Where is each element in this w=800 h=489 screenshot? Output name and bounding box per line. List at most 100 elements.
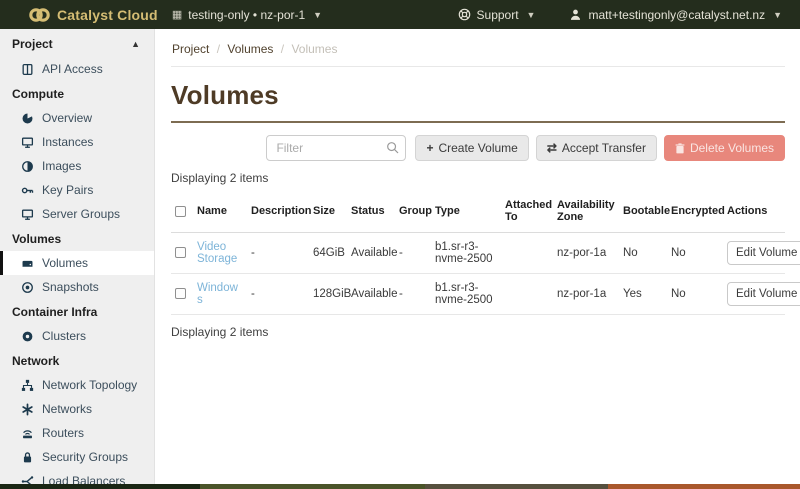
- sidebar-item-label: Instances: [42, 135, 94, 149]
- sidebar-item-clusters[interactable]: Clusters: [0, 324, 154, 348]
- project-region-picker[interactable]: ▦ testing-only • nz-por-1 ▼: [172, 8, 322, 22]
- volume-group-cell: -: [395, 232, 431, 274]
- project-region-label: testing-only • nz-por-1: [188, 7, 306, 22]
- sidebar-panel-project[interactable]: Project ▲: [0, 29, 154, 57]
- volume-description-cell: -: [247, 232, 309, 274]
- support-label: Support: [476, 7, 519, 22]
- volume-az-cell: nz-por-1a: [553, 273, 619, 315]
- table-row: Windows - 128GiB Available - b1.sr-r3-nv…: [171, 273, 800, 315]
- sidebar-item-label: Volumes: [42, 256, 89, 270]
- delete-volumes-label: Delete Volumes: [689, 141, 774, 155]
- volume-attached-cell: [501, 232, 553, 274]
- page-title: Volumes: [171, 80, 279, 110]
- header-actions: Actions: [723, 195, 785, 233]
- sidebar-item-label: Routers: [42, 426, 85, 440]
- sidebar-item-network-topology[interactable]: Network Topology: [0, 373, 154, 397]
- sidebar-section-container-infra[interactable]: Container Infra: [0, 299, 154, 324]
- sidebar-item-label: Network Topology: [42, 378, 138, 392]
- sidebar-item-images[interactable]: Images: [0, 154, 154, 178]
- accept-transfer-button[interactable]: ⇄ Accept Transfer: [535, 135, 657, 161]
- sidebar-item-label: Clusters: [42, 329, 87, 343]
- header-availability-zone: Availability Zone: [553, 195, 619, 233]
- sidebar-item-routers[interactable]: Routers: [0, 421, 154, 445]
- sidebar-item-server-groups[interactable]: Server Groups: [0, 202, 154, 226]
- header-status: Status: [347, 195, 395, 233]
- footer-brand-stripe: [0, 484, 800, 489]
- create-volume-label: Create Volume: [438, 141, 518, 155]
- pie-chart-icon: [21, 112, 34, 125]
- volume-bootable-cell: No: [619, 232, 667, 274]
- snapshot-icon: [21, 281, 34, 294]
- sidebar-section-compute[interactable]: Compute: [0, 81, 154, 106]
- volume-description-cell: -: [247, 273, 309, 315]
- table-row: Video Storage - 64GiB Available - b1.sr-…: [171, 232, 800, 274]
- transfer-arrows-icon: ⇄: [546, 141, 557, 155]
- sidebar-item-snapshots[interactable]: Snapshots: [0, 275, 154, 299]
- sidebar-section-network[interactable]: Network: [0, 348, 154, 373]
- sidebar-item-label: Networks: [42, 402, 93, 416]
- volumes-table: Name Description Size Status Group Type …: [171, 195, 800, 315]
- edit-volume-button[interactable]: Edit Volume: [727, 282, 800, 306]
- sidebar-item-label: Security Groups: [42, 450, 129, 464]
- volume-type-cell: b1.sr-r3-nvme-2500: [431, 273, 501, 315]
- table-toolbar: + Create Volume ⇄ Accept Transfer Delete…: [171, 135, 785, 161]
- desktop-icon: [21, 208, 34, 221]
- search-icon[interactable]: [386, 141, 400, 155]
- header-name: Name: [193, 195, 247, 233]
- volume-encrypted-cell: No: [667, 232, 723, 274]
- volume-name-link[interactable]: Video Storage: [197, 241, 237, 265]
- header-bootable: Bootable: [619, 195, 670, 233]
- main-content: Project / Volumes / Volumes Volumes + Cr…: [156, 29, 800, 484]
- create-volume-button[interactable]: + Create Volume: [415, 135, 529, 161]
- top-navbar: Catalyst Cloud ▦ testing-only • nz-por-1…: [0, 0, 800, 29]
- user-icon: [569, 8, 582, 21]
- sidebar-item-key-pairs[interactable]: Key Pairs: [0, 178, 154, 202]
- header-encrypted: Encrypted: [667, 195, 725, 233]
- edit-volume-button[interactable]: Edit Volume: [727, 241, 800, 265]
- delete-volumes-button[interactable]: Delete Volumes: [663, 135, 785, 161]
- sidebar-item-api-access[interactable]: API Access: [0, 57, 154, 81]
- sidebar-item-instances[interactable]: Instances: [0, 130, 154, 154]
- load-balancer-icon: [21, 475, 34, 484]
- chevron-down-icon: ▼: [773, 9, 782, 20]
- volume-actions-cell: Edit Volume ▼: [723, 232, 800, 274]
- volume-status-cell: Available: [347, 273, 397, 315]
- volume-az-cell: nz-por-1a: [553, 232, 619, 274]
- row-checkbox[interactable]: [175, 247, 186, 259]
- volume-attached-cell: [501, 273, 553, 315]
- footer-stripe-segment: [0, 484, 200, 489]
- sidebar-item-label: Overview: [42, 111, 93, 125]
- sidebar: Project ▲ API Access Compute Overview In…: [0, 29, 155, 484]
- sidebar-item-security-groups[interactable]: Security Groups: [0, 445, 154, 469]
- volume-name-cell: Windows: [193, 273, 247, 315]
- sidebar-item-overview[interactable]: Overview: [0, 106, 154, 130]
- sidebar-item-label: Load Balancers: [42, 474, 126, 484]
- sidebar-item-networks[interactable]: Networks: [0, 397, 154, 421]
- sidebar-item-label: API Access: [42, 62, 103, 76]
- brand-home-link[interactable]: Catalyst Cloud: [0, 7, 172, 23]
- catalyst-cloud-logo-icon: [28, 7, 50, 23]
- sidebar-panel-label: Project: [12, 37, 53, 51]
- select-all-checkbox[interactable]: [175, 205, 186, 217]
- bullseye-icon: [21, 330, 34, 343]
- sidebar-item-load-balancers[interactable]: Load Balancers: [0, 469, 154, 484]
- support-menu[interactable]: Support ▼: [458, 7, 536, 22]
- volume-name-link[interactable]: Windows: [197, 282, 238, 306]
- chevron-up-icon: ▲: [131, 39, 140, 49]
- sidebar-item-volumes[interactable]: Volumes: [0, 251, 154, 275]
- breadcrumb-current: Volumes: [291, 42, 338, 56]
- breadcrumb-project[interactable]: Project: [172, 42, 209, 56]
- network-asterisk-icon: [21, 403, 34, 416]
- breadcrumb-separator: /: [280, 42, 285, 56]
- lock-icon: [21, 451, 34, 464]
- items-count-top: Displaying 2 items: [171, 171, 269, 185]
- filter-input[interactable]: [266, 135, 407, 161]
- footer-stripe-segment: [200, 484, 425, 489]
- volume-type-cell: b1.sr-r3-nvme-2500: [431, 232, 501, 274]
- user-menu[interactable]: matt+testingonly@catalyst.net.nz ▼: [569, 8, 782, 22]
- sidebar-section-volumes[interactable]: Volumes: [0, 226, 154, 251]
- chevron-down-icon: ▼: [526, 9, 536, 20]
- key-icon: [21, 184, 34, 197]
- row-checkbox[interactable]: [175, 288, 186, 300]
- breadcrumb-volumes-group[interactable]: Volumes: [227, 42, 273, 56]
